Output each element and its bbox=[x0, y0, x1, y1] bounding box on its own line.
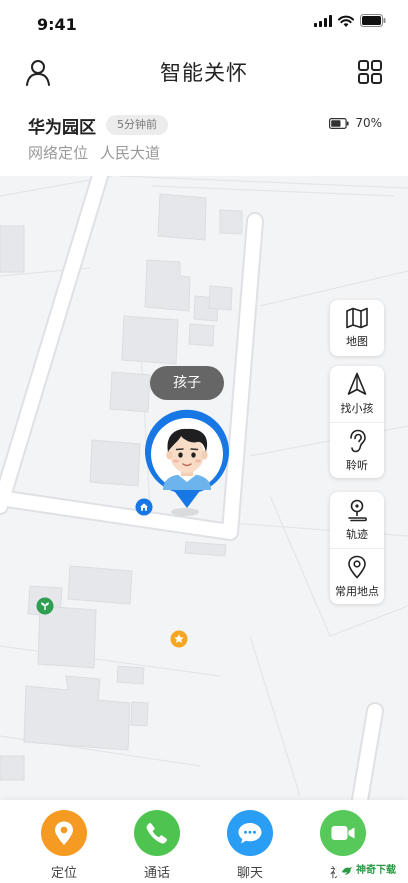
street-name: 人民大道 bbox=[100, 144, 161, 162]
watermark: 神奇下载 bbox=[335, 862, 402, 880]
battery-status-icon bbox=[360, 14, 386, 27]
common-places-button[interactable]: 常用地点 bbox=[330, 548, 384, 604]
video-button[interactable] bbox=[320, 810, 366, 856]
find-child-label: 找小孩 bbox=[340, 402, 374, 415]
status-time: 9:41 bbox=[37, 15, 77, 34]
call-button[interactable] bbox=[134, 810, 180, 856]
tab-chat-label: 聊天 bbox=[236, 866, 263, 881]
tab-call[interactable]: 通话 bbox=[122, 810, 192, 881]
battery-icon bbox=[329, 117, 349, 129]
find-child-button[interactable]: 找小孩 bbox=[330, 366, 384, 422]
track-button[interactable]: 轨迹 bbox=[330, 492, 384, 548]
bottom-tab-bar: 定位 通话 聊天 视频 bbox=[0, 800, 408, 883]
track-label: 轨迹 bbox=[346, 528, 368, 541]
grid-icon[interactable] bbox=[354, 56, 386, 88]
phone-icon bbox=[146, 822, 168, 844]
signal-icon bbox=[314, 14, 332, 27]
tab-chat[interactable]: 聊天 bbox=[215, 810, 285, 881]
poi-star[interactable] bbox=[170, 630, 188, 648]
battery-percent: 70% bbox=[355, 116, 382, 130]
ear-icon bbox=[350, 429, 366, 452]
listen-button[interactable]: 聆听 bbox=[330, 422, 384, 478]
tool-card-track: 轨迹 常用地点 bbox=[330, 492, 384, 604]
school-icon bbox=[36, 597, 54, 615]
navigate-icon bbox=[347, 372, 367, 395]
location-icon bbox=[55, 821, 73, 845]
tool-card-map: 地图 bbox=[330, 300, 384, 356]
poi-school[interactable] bbox=[36, 597, 54, 615]
locate-button[interactable] bbox=[41, 810, 87, 856]
nav-bar: 智能关怀 bbox=[0, 48, 408, 96]
device-battery: 70% bbox=[329, 116, 382, 130]
wifi-icon bbox=[338, 15, 354, 27]
common-places-label: 常用地点 bbox=[335, 584, 379, 598]
video-icon bbox=[331, 826, 355, 840]
page-title: 智能关怀 bbox=[160, 61, 248, 85]
child-label: 孩子 bbox=[150, 366, 224, 400]
locate-method: 网络定位 bbox=[28, 144, 89, 162]
star-icon bbox=[170, 630, 188, 648]
tab-call-label: 通话 bbox=[143, 866, 170, 881]
map-view[interactable]: 孩子 地图 找小孩 聆听 轨迹 常用地点 bbox=[0, 176, 408, 800]
watermark-text: 神奇下载 bbox=[356, 865, 396, 876]
location-pin-icon bbox=[348, 555, 366, 578]
child-location-pin[interactable] bbox=[141, 408, 233, 520]
listen-label: 聆听 bbox=[346, 458, 368, 472]
status-icons bbox=[314, 14, 386, 27]
location-detail: 网络定位 人民大道 bbox=[28, 142, 160, 163]
tab-locate[interactable]: 定位 bbox=[29, 810, 99, 881]
map-icon bbox=[346, 307, 368, 329]
chat-icon bbox=[238, 823, 262, 844]
chat-button[interactable] bbox=[227, 810, 273, 856]
location-name: 华为园区 bbox=[28, 118, 96, 138]
time-badge: 5分钟前 bbox=[106, 115, 168, 135]
tab-locate-label: 定位 bbox=[50, 866, 77, 881]
map-button[interactable]: 地图 bbox=[330, 300, 384, 356]
location-info: 华为园区 5分钟前 70% 网络定位 人民大道 bbox=[0, 96, 408, 176]
track-icon bbox=[348, 499, 367, 522]
map-button-label: 地图 bbox=[346, 335, 368, 348]
bird-icon bbox=[342, 867, 352, 875]
status-bar: 9:41 bbox=[0, 0, 408, 48]
tool-card-find: 找小孩 聆听 bbox=[330, 366, 384, 478]
